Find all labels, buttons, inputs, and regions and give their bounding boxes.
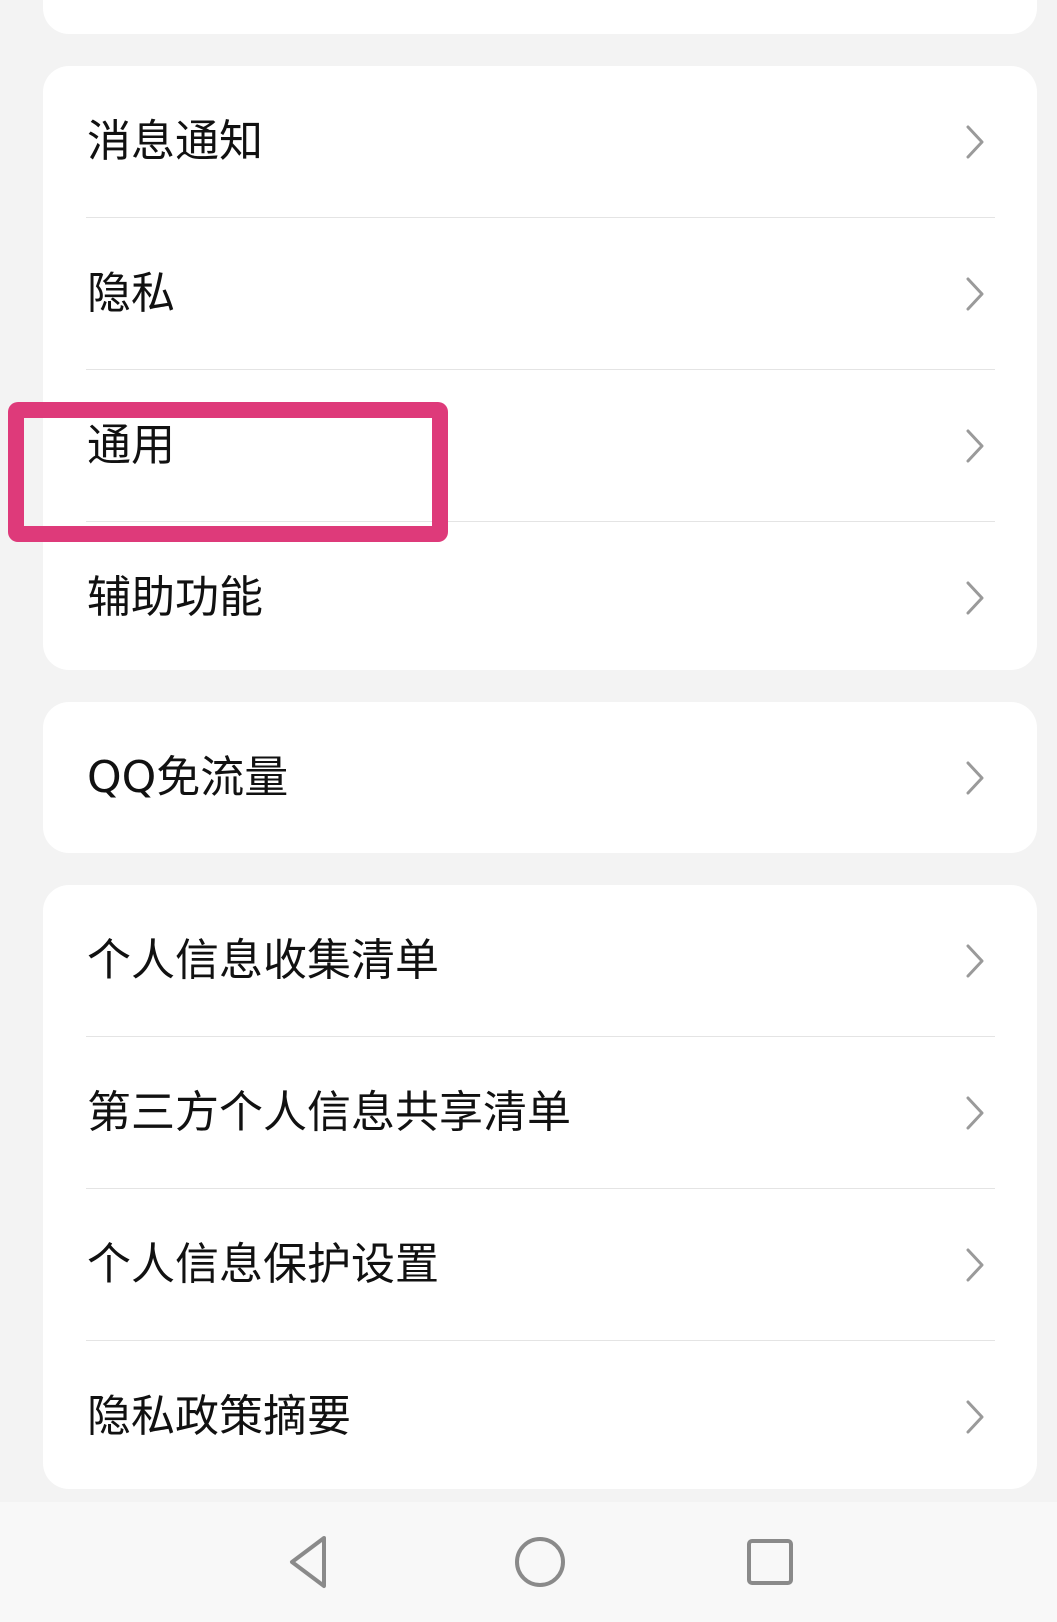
settings-item-notifications[interactable]: 消息通知 [43, 66, 1037, 217]
settings-item-info-collection-list[interactable]: 个人信息收集清单 [43, 885, 1037, 1036]
system-navbar [0, 1502, 1057, 1622]
back-triangle-icon[interactable] [278, 1530, 342, 1594]
chevron-right-icon [966, 944, 984, 977]
settings-item-privacy-policy-summary[interactable]: 隐私政策摘要 [43, 1341, 1037, 1492]
settings-item-info-protection-settings[interactable]: 个人信息保护设置 [43, 1189, 1037, 1340]
chevron-right-icon [966, 761, 984, 794]
chevron-right-icon [966, 1096, 984, 1129]
settings-item-label: QQ免流量 [87, 751, 289, 803]
chevron-right-icon [966, 125, 984, 158]
settings-item-label: 通用 [87, 419, 175, 471]
settings-item-label: 辅助功能 [87, 571, 263, 623]
settings-item-label: 隐私 [87, 267, 175, 319]
settings-item-label: 个人信息收集清单 [87, 934, 439, 986]
chevron-right-icon [966, 277, 984, 310]
settings-item-qq-free-data[interactable]: QQ免流量 [43, 702, 1037, 853]
top-partial-card [43, 0, 1037, 34]
chevron-right-icon [966, 1400, 984, 1433]
recents-square-icon[interactable] [738, 1530, 802, 1594]
settings-group-personal-info: 个人信息收集清单 第三方个人信息共享清单 个人信息保护设置 隐私政策摘要 [43, 885, 1037, 1489]
chevron-right-icon [966, 1248, 984, 1281]
home-circle-icon[interactable] [508, 1530, 572, 1594]
settings-item-third-party-sharing-list[interactable]: 第三方个人信息共享清单 [43, 1037, 1037, 1188]
settings-group-main: 消息通知 隐私 通用 辅助功能 [43, 66, 1037, 670]
settings-item-accessibility[interactable]: 辅助功能 [43, 522, 1037, 673]
settings-item-privacy[interactable]: 隐私 [43, 218, 1037, 369]
settings-item-label: 个人信息保护设置 [87, 1238, 439, 1290]
settings-item-label: 第三方个人信息共享清单 [87, 1086, 571, 1138]
chevron-right-icon [966, 581, 984, 614]
settings-item-label: 消息通知 [87, 115, 263, 167]
settings-group-traffic: QQ免流量 [43, 702, 1037, 853]
settings-item-general[interactable]: 通用 [43, 370, 1037, 521]
chevron-right-icon [966, 429, 984, 462]
settings-item-label: 隐私政策摘要 [87, 1390, 351, 1442]
